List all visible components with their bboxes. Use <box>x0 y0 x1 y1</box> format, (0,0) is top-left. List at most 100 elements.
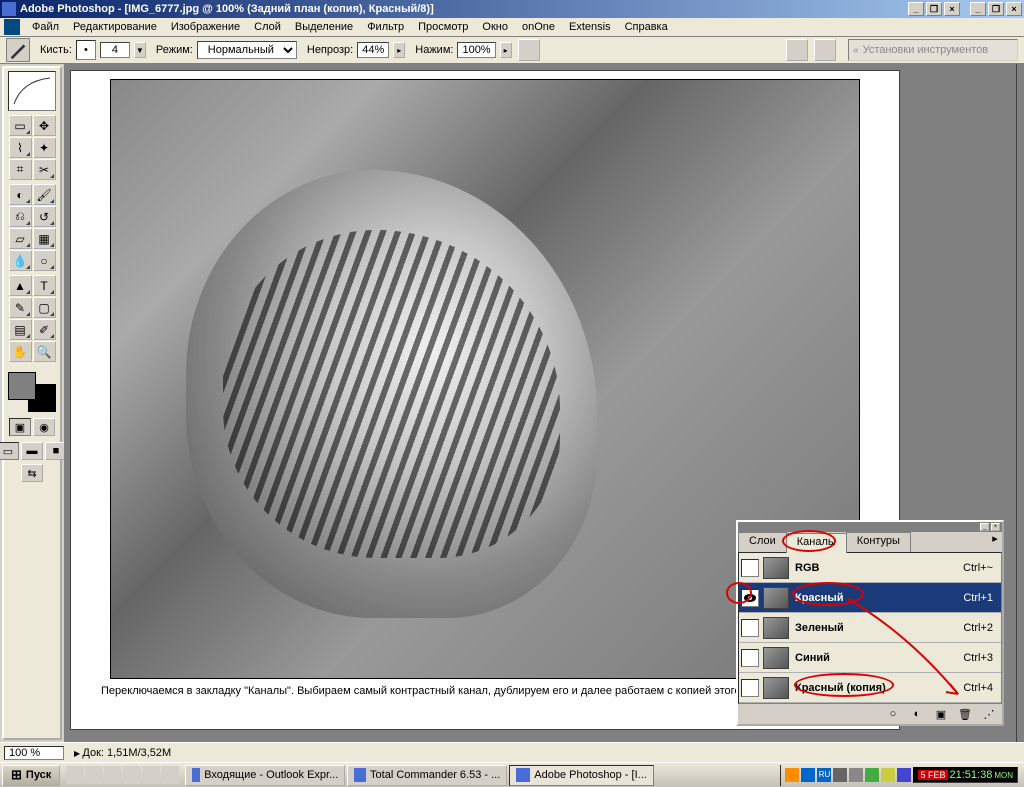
brush-tool[interactable]: 🖌 <box>33 184 56 205</box>
tray-icon[interactable] <box>849 768 863 782</box>
channel-row[interactable]: RGBCtrl+~ <box>739 553 1001 583</box>
tray-icon[interactable] <box>865 768 879 782</box>
quick-launch-item[interactable] <box>142 766 160 784</box>
quick-launch-item[interactable] <box>123 766 141 784</box>
restore-secondary-button[interactable]: ❐ <box>926 2 942 16</box>
shape-tool[interactable]: ▢ <box>33 297 56 318</box>
quick-launch-item[interactable] <box>66 766 84 784</box>
zoom-field[interactable]: 100 % <box>4 746 64 760</box>
slice-tool[interactable]: ✂ <box>33 159 56 180</box>
foreground-color[interactable] <box>8 372 36 400</box>
tray-icon[interactable] <box>801 768 815 782</box>
screen-mode-standard[interactable]: ▭ <box>0 442 19 460</box>
taskbar-task[interactable]: Adobe Photoshop - [I... <box>509 765 654 786</box>
menu-item[interactable]: Слой <box>248 20 287 34</box>
visibility-toggle[interactable] <box>741 559 759 577</box>
history-brush-tool[interactable]: ↺ <box>33 206 56 227</box>
menu-item[interactable]: onOne <box>516 20 561 34</box>
panel-resize-grip[interactable]: ⋰ <box>980 706 998 722</box>
quickmask-mode-button[interactable]: ◉ <box>33 418 55 436</box>
new-channel-button[interactable]: ▣ <box>932 706 950 722</box>
opacity-arrow[interactable]: ▸ <box>393 42 405 58</box>
menu-item[interactable]: Окно <box>476 20 514 34</box>
menu-item[interactable]: Файл <box>26 20 65 34</box>
minimize-secondary-button[interactable]: _ <box>908 2 924 16</box>
tray-icon[interactable] <box>881 768 895 782</box>
panel-minimize-button[interactable]: _ <box>980 523 989 531</box>
channel-row[interactable]: Красный (копия)Ctrl+4 <box>739 673 1001 703</box>
palette-dock-button[interactable] <box>786 39 808 61</box>
visibility-toggle[interactable] <box>741 619 759 637</box>
color-swatches[interactable] <box>8 372 56 412</box>
healing-brush-tool[interactable]: ◐ <box>9 184 32 205</box>
close-secondary-button[interactable]: × <box>944 2 960 16</box>
eyedropper-tool[interactable]: ✐ <box>33 319 56 340</box>
tray-icon[interactable] <box>785 768 799 782</box>
type-tool[interactable]: T <box>33 275 56 296</box>
opacity-field[interactable]: 44% <box>357 42 389 58</box>
visibility-toggle[interactable] <box>741 679 759 697</box>
load-selection-button[interactable]: ○ <box>884 706 902 722</box>
tab-channels[interactable]: Каналы <box>786 533 847 553</box>
doc-size-display[interactable]: Док: 1,51M/3,52M <box>74 747 171 759</box>
tool-presets-dock[interactable]: « Установки инструментов <box>848 39 1018 61</box>
language-indicator[interactable]: RU <box>817 768 831 782</box>
dodge-tool[interactable]: ○ <box>33 250 56 271</box>
menu-item[interactable]: Выделение <box>289 20 359 34</box>
tray-icon[interactable] <box>833 768 847 782</box>
taskbar-clock[interactable]: 5 FEB 21:51:38 MON <box>913 767 1018 783</box>
airbrush-toggle[interactable] <box>518 39 540 61</box>
pen-tool[interactable]: ✎ <box>9 297 32 318</box>
taskbar-task[interactable]: Входящие - Outlook Expr... <box>185 765 345 786</box>
tab-paths[interactable]: Контуры <box>846 532 911 552</box>
delete-channel-button[interactable]: 🗑 <box>956 706 974 722</box>
brush-picker-arrow[interactable]: ▼ <box>134 42 146 58</box>
lasso-tool[interactable]: ⌇ <box>9 137 32 158</box>
flow-arrow[interactable]: ▸ <box>500 42 512 58</box>
gradient-tool[interactable]: ▦ <box>33 228 56 249</box>
menu-item[interactable]: Просмотр <box>412 20 474 34</box>
menu-item[interactable]: Extensis <box>563 20 617 34</box>
panel-drag-bar[interactable]: _ × <box>738 522 1002 532</box>
maximize-button[interactable]: ❐ <box>988 2 1004 16</box>
panel-close-button[interactable]: × <box>991 523 1000 531</box>
notes-tool[interactable]: ▤ <box>9 319 32 340</box>
jump-to-imageready[interactable]: ⇆ <box>21 464 43 482</box>
path-selection-tool[interactable]: ▲ <box>9 275 32 296</box>
flow-field[interactable]: 100% <box>457 42 495 58</box>
blur-tool[interactable]: 💧 <box>9 250 32 271</box>
quick-launch-item[interactable] <box>104 766 122 784</box>
start-button[interactable]: ⊞ Пуск <box>2 765 60 786</box>
quick-launch-item[interactable] <box>161 766 179 784</box>
tab-layers[interactable]: Слои <box>738 532 787 552</box>
visibility-toggle[interactable] <box>741 649 759 667</box>
palette-dock-button-2[interactable] <box>814 39 836 61</box>
quick-launch-item[interactable] <box>85 766 103 784</box>
close-button[interactable]: × <box>1006 2 1022 16</box>
minimize-button[interactable]: _ <box>970 2 986 16</box>
marquee-tool[interactable]: ▭ <box>9 115 32 136</box>
eraser-tool[interactable]: ▱ <box>9 228 32 249</box>
panel-menu-arrow[interactable]: ▸ <box>988 532 1002 552</box>
panel-dock-edge[interactable] <box>1016 64 1024 742</box>
standard-mode-button[interactable]: ▣ <box>9 418 31 436</box>
zoom-tool[interactable]: 🔍 <box>33 341 56 362</box>
screen-mode-full-menu[interactable]: ▬ <box>21 442 43 460</box>
channel-row[interactable]: СинийCtrl+3 <box>739 643 1001 673</box>
visibility-toggle[interactable] <box>741 589 759 607</box>
channel-row[interactable]: КрасныйCtrl+1 <box>739 583 1001 613</box>
channel-row[interactable]: ЗеленыйCtrl+2 <box>739 613 1001 643</box>
current-tool-icon[interactable] <box>6 38 30 62</box>
tray-icon[interactable] <box>897 768 911 782</box>
menu-item[interactable]: Справка <box>619 20 674 34</box>
crop-tool[interactable]: ⌗ <box>9 159 32 180</box>
clone-stamp-tool[interactable]: ⎌ <box>9 206 32 227</box>
blend-mode-select[interactable]: Нормальный <box>197 41 297 59</box>
move-tool[interactable]: ✥ <box>33 115 56 136</box>
menu-item[interactable]: Фильтр <box>361 20 410 34</box>
menu-item[interactable]: Редактирование <box>67 20 163 34</box>
save-selection-button[interactable]: ◐ <box>908 706 926 722</box>
menu-item[interactable]: Изображение <box>165 20 246 34</box>
magic-wand-tool[interactable]: ✦ <box>33 137 56 158</box>
brush-size-field[interactable]: 4 <box>100 42 130 58</box>
